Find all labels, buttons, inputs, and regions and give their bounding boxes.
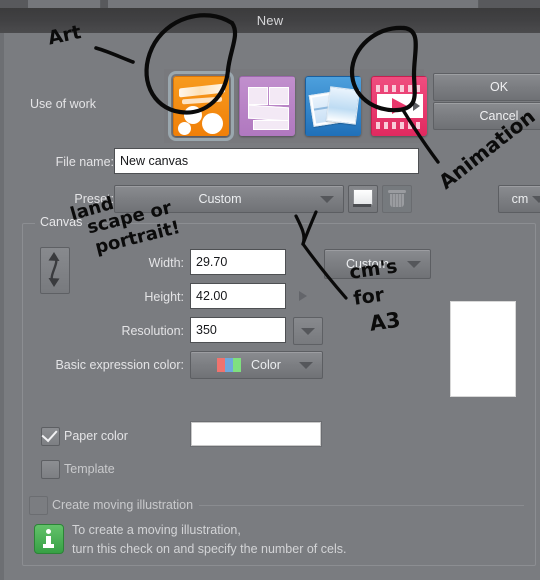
use-of-work-label: Use of work: [30, 97, 96, 111]
use-of-work-more-arrow-icon[interactable]: [413, 101, 420, 111]
template-label: Template: [64, 462, 115, 476]
trash-icon: [388, 190, 406, 207]
width-input[interactable]: 29.70: [190, 249, 286, 275]
dialog-title-bar: New: [0, 8, 540, 34]
template-checkbox[interactable]: [41, 460, 60, 479]
swap-orientation-icon: [48, 252, 60, 287]
preset-dropdown[interactable]: Custom: [114, 185, 344, 213]
comic-icon: [239, 76, 295, 136]
unit-dropdown[interactable]: cm: [498, 185, 540, 213]
swap-orientation-button[interactable]: [40, 247, 70, 294]
paper-color-label: Paper color: [64, 429, 128, 443]
resolution-input[interactable]: 350: [190, 317, 286, 343]
album-icon: [305, 76, 361, 136]
desktop-background-strip: [0, 0, 540, 8]
chevron-down-icon: [320, 196, 334, 203]
file-name-input[interactable]: New canvas: [114, 148, 419, 174]
ok-button[interactable]: OK: [433, 73, 540, 101]
cancel-button[interactable]: Cancel: [433, 102, 540, 130]
background-tab-1: [28, 0, 101, 8]
create-moving-illustration-checkbox[interactable]: [29, 496, 48, 515]
background-tab-2: [108, 0, 479, 8]
chevron-down-icon: [299, 362, 313, 369]
save-preset-icon: [353, 189, 373, 205]
resolution-label: Resolution:: [121, 324, 184, 338]
illustration-icon: [173, 76, 229, 136]
paper-color-swatch[interactable]: [190, 421, 322, 447]
basic-expression-color-label: Basic expression color:: [55, 358, 184, 372]
moving-illustration-info-text: To create a moving illustration, turn th…: [72, 523, 347, 556]
canvas-size-preset-dropdown[interactable]: Custom: [324, 249, 431, 279]
chevron-down-icon: [301, 328, 315, 335]
chevron-down-icon: [407, 261, 421, 268]
chevron-down-icon: [532, 196, 540, 203]
create-moving-illustration-label: Create moving illustration: [52, 498, 194, 512]
basic-expression-color-dropdown[interactable]: Color: [190, 351, 323, 379]
info-icon: [34, 524, 64, 554]
use-of-work-selector[interactable]: [164, 69, 427, 143]
use-of-work-album-button[interactable]: [305, 76, 361, 136]
file-name-label: File name:: [55, 155, 114, 169]
section-divider: [199, 505, 524, 506]
canvas-group-title: Canvas: [35, 215, 88, 229]
resolution-dropdown-button[interactable]: [293, 317, 323, 345]
new-canvas-dialog-screenshot: New Use of work OK Cancel File name: New…: [0, 0, 540, 580]
dialog-title: New: [256, 13, 284, 28]
canvas-preview: [450, 301, 516, 397]
use-of-work-illustration-button[interactable]: [168, 71, 234, 141]
height-label: Height:: [144, 290, 184, 304]
height-input[interactable]: 42.00: [190, 283, 286, 309]
check-icon: [41, 425, 58, 443]
save-preset-button[interactable]: [348, 185, 378, 213]
paper-color-checkbox[interactable]: [41, 425, 60, 446]
delete-preset-button[interactable]: [382, 185, 412, 213]
dialog-body: Use of work OK Cancel File name: New can…: [0, 33, 540, 580]
preset-value: Custom: [198, 192, 242, 206]
expand-right-arrow-icon[interactable]: [299, 291, 307, 301]
width-label: Width:: [148, 256, 184, 270]
preset-label: Preset:: [74, 192, 114, 206]
use-of-work-comic-button[interactable]: [239, 76, 295, 136]
